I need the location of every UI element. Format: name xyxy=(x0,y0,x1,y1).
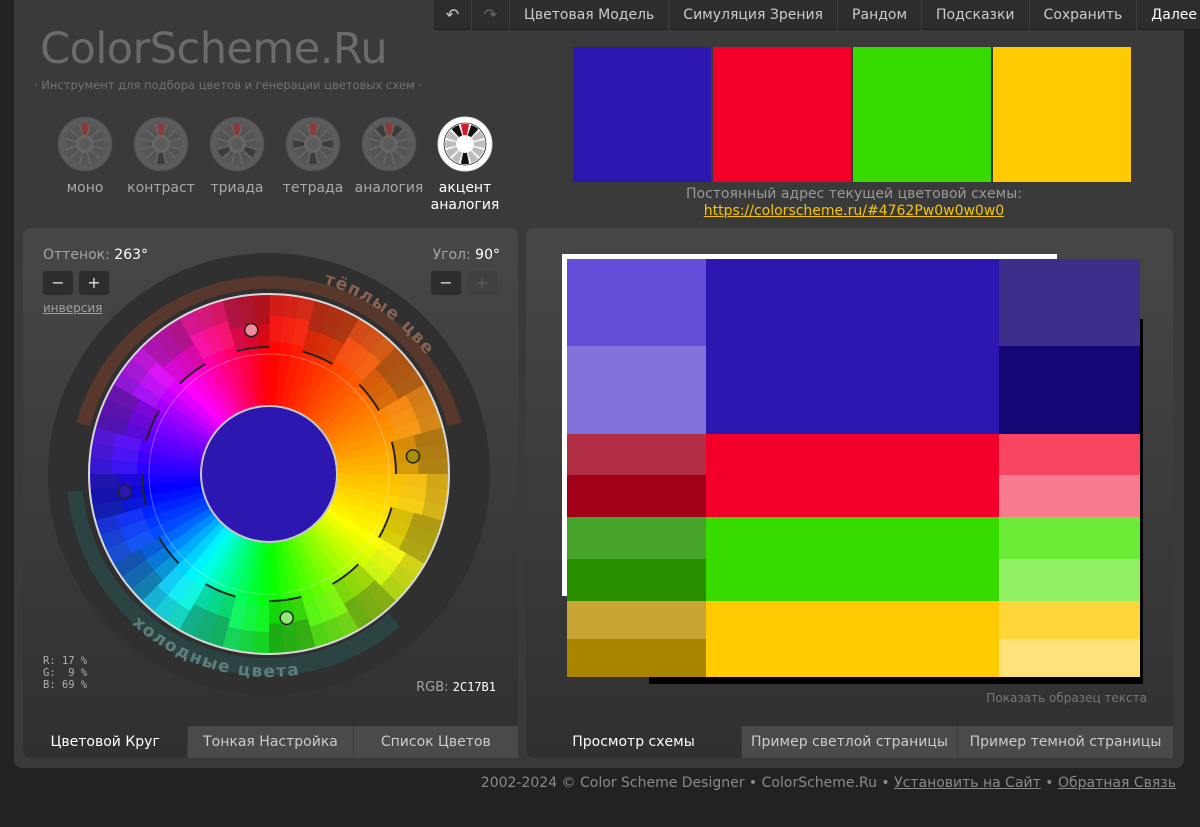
color-wheel[interactable]: тёплые цвета холодные цвета xyxy=(47,252,491,696)
tab-dark-page-example[interactable]: Пример темной страницы xyxy=(957,726,1173,758)
page-footer: 2002-2024 © Color Scheme Designer • Colo… xyxy=(481,775,1176,791)
show-sample-text-link[interactable]: Показать образец текста xyxy=(986,691,1147,705)
contrast-mode-icon xyxy=(133,116,189,172)
menu-hints[interactable]: Подсказки xyxy=(922,0,1030,30)
app-frame: ColorScheme.Ru · Инструмент для подбора … xyxy=(14,0,1200,768)
inversion-link[interactable]: инверсия xyxy=(43,301,102,315)
preview-cell-row1-right-1[interactable] xyxy=(999,259,1140,346)
preview-cell-row4-left-1[interactable] xyxy=(567,601,706,639)
menu-more[interactable]: Далее ... xyxy=(1137,0,1200,30)
top-menu: ↶ ↷ Цветовая Модель Симуляция Зрения Ран… xyxy=(434,0,1200,30)
analogic-mode-icon xyxy=(361,116,417,172)
preview-color-grid xyxy=(567,259,1140,677)
scheme-preview-panel: Показать образец текста Просмотр схемы П… xyxy=(526,228,1173,758)
preview-cell-row3-right-1[interactable] xyxy=(999,517,1140,559)
rgb-hex-value: 2C17B1 xyxy=(452,680,496,694)
redo-icon: ↷ xyxy=(483,5,498,24)
rgb-r-value: R: 17 % xyxy=(43,655,88,667)
preview-cell-row1-left-2[interactable] xyxy=(567,346,706,434)
mono-mode-icon xyxy=(57,116,113,172)
preview-cell-row2-left-2[interactable] xyxy=(567,475,706,517)
rgb-hex-readout: RGB: 2C17B1 xyxy=(416,680,496,695)
swatch-primary[interactable] xyxy=(573,47,711,182)
angle-readout: Угол: 90° xyxy=(432,247,500,263)
mode-mono[interactable]: моно xyxy=(47,116,123,214)
feedback-link[interactable]: Обратная Связь xyxy=(1058,775,1176,791)
preview-cell-row4-main[interactable] xyxy=(706,601,999,677)
preview-cell-row3-main[interactable] xyxy=(706,517,999,601)
hue-increment-button[interactable]: + xyxy=(79,271,109,295)
preview-cell-row1-left-1[interactable] xyxy=(567,259,706,346)
tetrad-mode-icon xyxy=(285,116,341,172)
footer-copyright: 2002-2024 © Color Scheme Designer • Colo… xyxy=(480,775,890,791)
permalink-url[interactable]: https://colorscheme.ru/#4762Pw0w0w0w0 xyxy=(574,203,1134,219)
preview-cell-row3-right-2[interactable] xyxy=(999,559,1140,601)
preview-cell-row2-main[interactable] xyxy=(706,434,999,517)
mode-label: аналогия xyxy=(354,180,424,196)
wheel-center-color xyxy=(200,405,338,543)
mode-label: моно xyxy=(66,180,104,196)
accent-analogic-mode-icon xyxy=(437,116,493,172)
triad-mode-icon xyxy=(209,116,265,172)
install-on-site-link[interactable]: Установить на Сайт xyxy=(894,775,1041,791)
preview-cell-row2-right-2[interactable] xyxy=(999,475,1140,517)
preview-cell-row3-left-1[interactable] xyxy=(567,517,706,559)
undo-button[interactable]: ↶ xyxy=(434,0,472,30)
mode-tetrad[interactable]: тетрада xyxy=(275,116,351,214)
scheme-preview xyxy=(562,254,1162,694)
menu-save[interactable]: Сохранить xyxy=(1030,0,1138,30)
preview-cell-row1-main[interactable] xyxy=(706,259,999,434)
wheel-marker-complement-3[interactable] xyxy=(279,610,294,626)
angle-increment-button[interactable]: + xyxy=(467,271,497,295)
mode-label: тетрада xyxy=(282,180,344,196)
wheel-marker-complement-2[interactable] xyxy=(405,449,421,464)
hue-readout: Оттенок: 263° xyxy=(43,247,149,263)
hue-decrement-button[interactable]: − xyxy=(43,271,73,295)
tab-color-wheel[interactable]: Цветовой Круг xyxy=(23,726,187,758)
preview-cell-row1-right-2[interactable] xyxy=(999,346,1140,434)
mode-label: контраст xyxy=(127,180,195,196)
site-tagline: · Инструмент для подбора цветов и генера… xyxy=(34,78,423,92)
preview-panel-tabs: Просмотр схемы Пример светлой страницы П… xyxy=(526,726,1173,758)
mode-contrast[interactable]: контраст xyxy=(123,116,199,214)
preview-cell-row2-left-1[interactable] xyxy=(567,434,706,475)
swatch-complement[interactable] xyxy=(993,47,1131,182)
wheel-marker-complement-1[interactable] xyxy=(244,322,259,338)
scheme-mode-selector: моно контраст триада тетрада аналогия ак… xyxy=(47,116,503,214)
preview-cell-row2-right-1[interactable] xyxy=(999,434,1140,475)
wheel-panel-tabs: Цветовой Круг Тонкая Настройка Список Цв… xyxy=(23,726,518,758)
mode-accent-analogic[interactable]: акцент аналогия xyxy=(427,116,503,214)
tab-light-page-example[interactable]: Пример светлой страницы xyxy=(741,726,957,758)
color-wheel-panel: тёплые цвета холодные цвета Оттенок: 263… xyxy=(23,228,518,758)
rgb-b-value: B: 69 % xyxy=(43,679,88,691)
menu-random[interactable]: Рандом xyxy=(838,0,923,30)
preview-cell-row3-left-2[interactable] xyxy=(567,559,706,601)
menu-color-model[interactable]: Цветовая Модель xyxy=(510,0,670,30)
site-logo[interactable]: ColorScheme.Ru xyxy=(40,24,388,74)
mode-triad[interactable]: триада xyxy=(199,116,275,214)
undo-icon: ↶ xyxy=(445,5,460,24)
permalink-label: Постоянный адрес текущей цветовой схемы: xyxy=(685,186,1022,202)
angle-decrement-button[interactable]: − xyxy=(431,271,461,295)
preview-cell-row4-right-1[interactable] xyxy=(999,601,1140,639)
footer-separator: • xyxy=(1045,775,1054,791)
wheel-marker-primary[interactable] xyxy=(117,484,133,499)
preview-cell-row4-left-2[interactable] xyxy=(567,639,706,677)
swatch-secondary-1[interactable] xyxy=(713,47,851,182)
tab-fine-tuning[interactable]: Тонкая Настройка xyxy=(187,726,353,758)
mode-label: акцент аналогия xyxy=(430,180,500,213)
scheme-swatches xyxy=(573,47,1131,182)
rgb-percent-readout: R: 17 % G: 9 % B: 69 % xyxy=(43,655,87,691)
mode-analogic[interactable]: аналогия xyxy=(351,116,427,214)
preview-cell-row4-right-2[interactable] xyxy=(999,639,1140,677)
hue-value: 263° xyxy=(114,247,149,263)
redo-button[interactable]: ↷ xyxy=(472,0,510,30)
tab-color-list[interactable]: Список Цветов xyxy=(352,726,518,758)
tab-scheme-preview[interactable]: Просмотр схемы xyxy=(526,726,741,758)
rgb-g-value: G: 9 % xyxy=(43,667,88,679)
swatch-secondary-2[interactable] xyxy=(853,47,991,182)
angle-value: 90° xyxy=(475,247,500,263)
mode-label: триада xyxy=(210,180,264,196)
menu-vision-simulation[interactable]: Симуляция Зрения xyxy=(669,0,839,30)
